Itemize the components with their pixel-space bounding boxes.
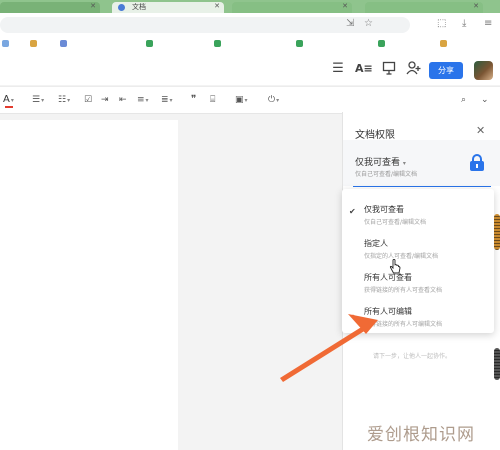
- browser-menu-icon[interactable]: ≡: [484, 18, 492, 29]
- app-header: ☰ A≡: [0, 53, 500, 85]
- indent-icon[interactable]: ⇥: [101, 94, 109, 106]
- focus-underline: [353, 186, 491, 187]
- option-title: 仅我可查看: [364, 205, 404, 214]
- code-block-icon[interactable]: ⌸: [210, 94, 215, 106]
- bookmark-star-icon[interactable]: ☆: [364, 18, 373, 29]
- bookmark-item[interactable]: [60, 40, 70, 50]
- insert-image-button[interactable]: ▣▾: [235, 94, 248, 106]
- browser-tab[interactable]: ✕: [0, 2, 100, 13]
- bookmarks-bar: [0, 37, 500, 54]
- bookmark-item[interactable]: [296, 40, 306, 50]
- font-color-button[interactable]: A▾: [3, 94, 14, 108]
- annotation-arrow: [280, 314, 378, 382]
- lock-icon: [470, 154, 484, 171]
- bookmark-item[interactable]: [2, 40, 12, 50]
- option-title: 指定人: [364, 239, 388, 248]
- align-button[interactable]: ≡▾: [137, 94, 149, 106]
- scroll-strip: [494, 348, 500, 380]
- hand-cursor-icon: [389, 259, 401, 274]
- search-icon[interactable]: ⌕: [461, 94, 466, 106]
- chevron-down-icon[interactable]: ⌄: [481, 94, 489, 106]
- share-button[interactable]: 分享: [429, 62, 463, 79]
- option-desc: 仅指定的人可查看/编辑文档: [364, 253, 439, 260]
- bookmark-item[interactable]: [440, 40, 450, 50]
- watermark: 爱创根知识网: [367, 425, 475, 445]
- option-only-me[interactable]: ✔ 仅我可查看 仅自己可查看/编辑文档: [342, 194, 494, 228]
- format-toolbar: A▾ ☰▾ ☷▾ ☑ ⇥ ⇤ ≡▾ ≣▾ ❞ ⌸ ▣▾ ⏻▾ ⌕ ⌄: [0, 86, 500, 114]
- download-icon[interactable]: ⤓: [462, 18, 466, 29]
- numbered-list-button[interactable]: ☷▾: [58, 94, 70, 106]
- extensions-icon[interactable]: ⬚: [437, 18, 446, 29]
- menu-icon[interactable]: ☰: [330, 61, 346, 77]
- quote-icon[interactable]: ❞: [191, 94, 196, 106]
- option-anyone-view[interactable]: 所有人可查看 获得链接的所有人可查看文档: [342, 262, 494, 296]
- bookmark-item[interactable]: [146, 40, 156, 50]
- tab-close-icon[interactable]: ✕: [473, 2, 479, 10]
- share-page-icon[interactable]: ⇲: [346, 18, 354, 29]
- option-title: 所有人可查看: [364, 273, 412, 282]
- bulleted-list-button[interactable]: ☰▾: [32, 94, 44, 106]
- bookmark-item[interactable]: [30, 40, 40, 50]
- add-user-icon[interactable]: [405, 61, 421, 77]
- tab-label: 文档: [132, 3, 146, 11]
- option-specific-people[interactable]: 指定人 仅指定的人可查看/编辑文档: [342, 228, 494, 262]
- document-page[interactable]: [0, 120, 178, 450]
- tab-close-icon[interactable]: ✕: [342, 2, 348, 10]
- browser-tab-active[interactable]: 文档 ✕: [112, 2, 224, 13]
- bookmark-item[interactable]: [214, 40, 224, 50]
- option-desc: 仅自己可查看/编辑文档: [364, 219, 427, 226]
- present-icon[interactable]: [381, 61, 397, 77]
- text-format-icon[interactable]: A≡: [355, 61, 373, 77]
- tab-close-icon[interactable]: ✕: [90, 2, 96, 10]
- option-desc: 获得链接的所有人可查看文档: [364, 287, 443, 294]
- current-permission-desc: 仅自己可查看/编辑文档: [355, 171, 418, 178]
- bookmark-item[interactable]: [378, 40, 388, 50]
- browser-tab[interactable]: ✕: [232, 2, 352, 13]
- browser-tab[interactable]: ✕: [365, 2, 483, 13]
- address-bar: ⇲ ☆ ⬚ ⤓ ≡: [0, 13, 500, 38]
- tab-close-icon[interactable]: ✕: [214, 2, 220, 10]
- avatar[interactable]: [474, 61, 493, 80]
- favicon-icon: [118, 4, 125, 11]
- current-permission-title[interactable]: 仅我可查看 ▾: [355, 155, 406, 168]
- panel-title: 文档权限: [355, 130, 395, 141]
- close-icon[interactable]: ✕: [476, 124, 485, 137]
- outdent-icon[interactable]: ⇤: [119, 94, 127, 106]
- plugin-button[interactable]: ⏻▾: [268, 94, 279, 106]
- checklist-icon[interactable]: ☑: [84, 94, 92, 106]
- scroll-strip: [494, 214, 500, 250]
- check-icon: ✔: [349, 207, 356, 216]
- line-spacing-button[interactable]: ≣▾: [161, 94, 173, 106]
- browser-tab-strip: ✕ 文档 ✕ ✕ ✕: [0, 0, 500, 13]
